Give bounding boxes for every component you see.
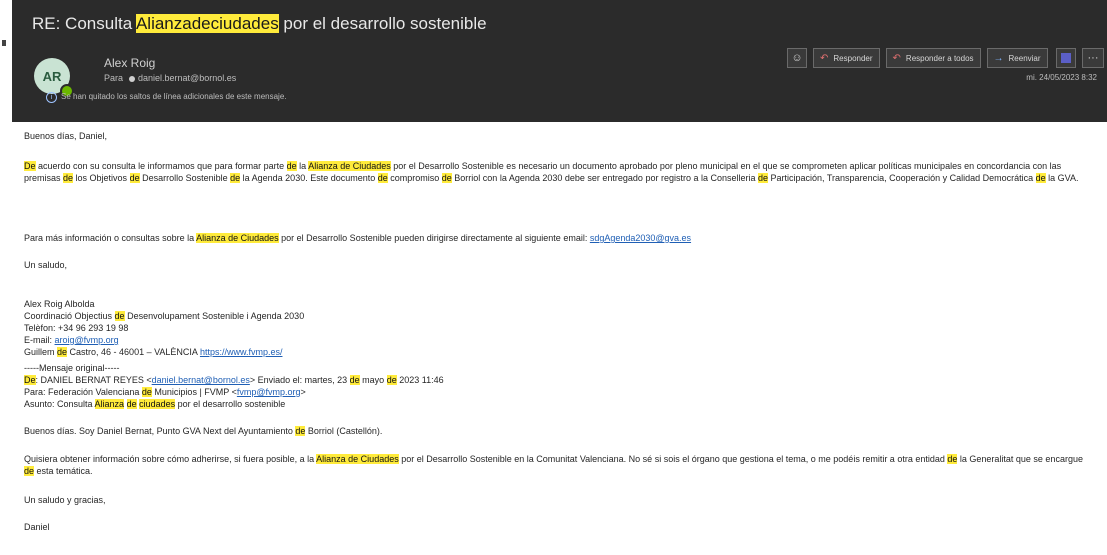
signature-name: Alex Roig Albolda: [24, 299, 95, 309]
sender-name[interactable]: Alex Roig: [104, 56, 155, 70]
message-toolbar: ↶ Responder ↶ Responder a todos → Reenviar: [813, 48, 1048, 68]
original-from: De: DANIEL BERNAT REYES <daniel.bernat@b…: [24, 375, 444, 385]
original-name: Daniel: [24, 522, 50, 532]
reply-arrow-icon: ↶: [820, 52, 829, 64]
teams-button[interactable]: [1056, 48, 1076, 68]
reply-all-button[interactable]: ↶ Responder a todos: [885, 48, 981, 68]
closing: Un saludo,: [24, 260, 68, 270]
recipient-status-icon: [129, 75, 136, 82]
info-icon: i: [46, 92, 57, 103]
email-header: RE: Consulta Alianzadeciudades por el de…: [12, 0, 1107, 122]
original-message-header: -----Mensaje original----- De: DANIEL BE…: [24, 362, 444, 410]
subject-highlight: Alianza: [135, 14, 192, 33]
react-emoji-button[interactable]: ☺: [787, 48, 807, 68]
collapse-marker[interactable]: [2, 40, 6, 46]
avatar-initials: AR: [42, 68, 62, 84]
more-dots-icon: ···: [1087, 52, 1099, 64]
original-thanks: Un saludo y gracias,: [24, 495, 106, 505]
website-link[interactable]: https://www.fvmp.es/: [200, 347, 283, 357]
paragraph-2: Para más información o consultas sobre l…: [24, 233, 692, 243]
original-from-link[interactable]: daniel.bernat@bornol.es: [152, 375, 250, 385]
recipient-row: Para daniel.bernat@bornol.es: [104, 73, 236, 83]
subject-prefix: RE: Consulta: [32, 14, 136, 33]
email-subject: RE: Consulta Alianzadeciudades por el de…: [32, 14, 487, 34]
reply-button[interactable]: ↶ Responder: [813, 48, 880, 68]
signature-role: Coordinació Objectius de Desenvolupament…: [24, 311, 305, 321]
info-banner[interactable]: i Se han quitado los saltos de línea adic…: [46, 92, 286, 103]
subject-suffix: por el desarrollo sostenible: [278, 14, 487, 33]
signature-email: E-mail: aroig@fvmp.org: [24, 335, 119, 345]
info-banner-text: Se han quitado los saltos de línea adici…: [61, 92, 287, 101]
original-subject: Asunto: Consulta Alianza de ciudades por…: [24, 399, 286, 409]
reply-all-arrow-icon: ↶: [892, 52, 901, 64]
original-to-link[interactable]: fvmp@fvmp.org: [237, 387, 301, 397]
forward-arrow-icon: →: [993, 52, 1004, 64]
original-divider: -----Mensaje original-----: [24, 363, 120, 373]
paragraph-1: De acuerdo con su consulta le informamos…: [24, 161, 1079, 183]
original-question: Quisiera obtener información sobre cómo …: [24, 454, 1083, 476]
teams-icon: [1061, 53, 1071, 63]
original-intro: Buenos días. Soy Daniel Bernat, Punto GV…: [24, 426, 383, 436]
original-to: Para: Federación Valenciana de Municipio…: [24, 387, 306, 397]
signature-phone: Telèfon: +34 96 293 19 98: [24, 323, 129, 333]
agenda-email-link[interactable]: sdgAgenda2030@gva.es: [590, 233, 691, 243]
more-actions-button[interactable]: ···: [1082, 48, 1104, 68]
subject-highlight: ciudades: [210, 14, 279, 33]
to-label: Para: [104, 73, 124, 83]
left-edge: [0, 0, 10, 555]
signature: Alex Roig Albolda Coordinació Objectius …: [24, 298, 304, 358]
forward-button[interactable]: → Reenviar: [986, 48, 1048, 68]
smiley-icon: ☺: [791, 52, 803, 64]
recipient-address[interactable]: daniel.bernat@bornol.es: [138, 73, 236, 83]
signature-email-link[interactable]: aroig@fvmp.org: [55, 335, 119, 345]
signature-address: Guillem de Castro, 46 - 46001 – VALÈNCIA…: [24, 347, 283, 357]
subject-highlight: de: [191, 14, 211, 33]
message-date: mi. 24/05/2023 8:32: [1026, 73, 1097, 82]
greeting: Buenos días, Daniel,: [24, 131, 108, 141]
